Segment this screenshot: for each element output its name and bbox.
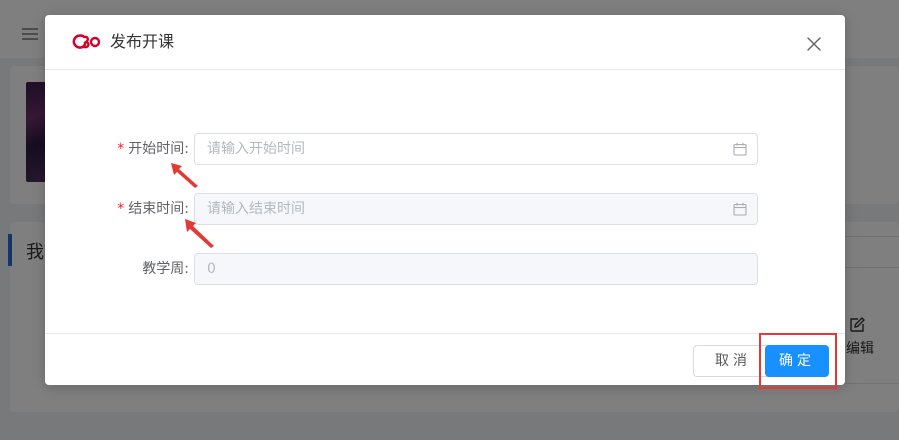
start-time-placeholder: 请输入开始时间: [207, 141, 305, 157]
end-time-input[interactable]: 请输入结束时间: [194, 193, 758, 225]
cancel-button[interactable]: 取消: [693, 345, 773, 377]
dialog-title: 发布开课: [110, 32, 175, 51]
teaching-week-input[interactable]: 0: [194, 253, 758, 285]
confirm-button[interactable]: 确定: [765, 345, 829, 377]
publish-course-dialog: 发布开课 * 开始时间: 请输入开始时间 * 结束时间: 请输入结束时间 教学周…: [45, 15, 845, 385]
close-icon[interactable]: [805, 35, 823, 53]
required-mark: *: [117, 201, 125, 217]
start-time-row: * 开始时间: 请输入开始时间: [45, 133, 845, 165]
start-time-input[interactable]: 请输入开始时间: [194, 133, 758, 165]
teaching-week-placeholder: 0: [207, 261, 216, 277]
dialog-footer: 取消 确定: [45, 333, 845, 386]
teaching-week-label: 教学周:: [142, 261, 189, 277]
required-mark: *: [117, 141, 125, 157]
end-time-row: * 结束时间: 请输入结束时间: [45, 193, 845, 225]
end-time-label: * 结束时间:: [117, 201, 189, 217]
start-time-label: * 开始时间:: [117, 141, 189, 157]
end-time-placeholder: 请输入结束时间: [207, 201, 305, 217]
brand-logo: [72, 34, 101, 49]
teaching-week-row: 教学周: 0: [45, 253, 845, 285]
dialog-header: 发布开课: [45, 15, 845, 70]
calendar-icon[interactable]: [733, 142, 747, 156]
calendar-icon[interactable]: [733, 202, 747, 216]
